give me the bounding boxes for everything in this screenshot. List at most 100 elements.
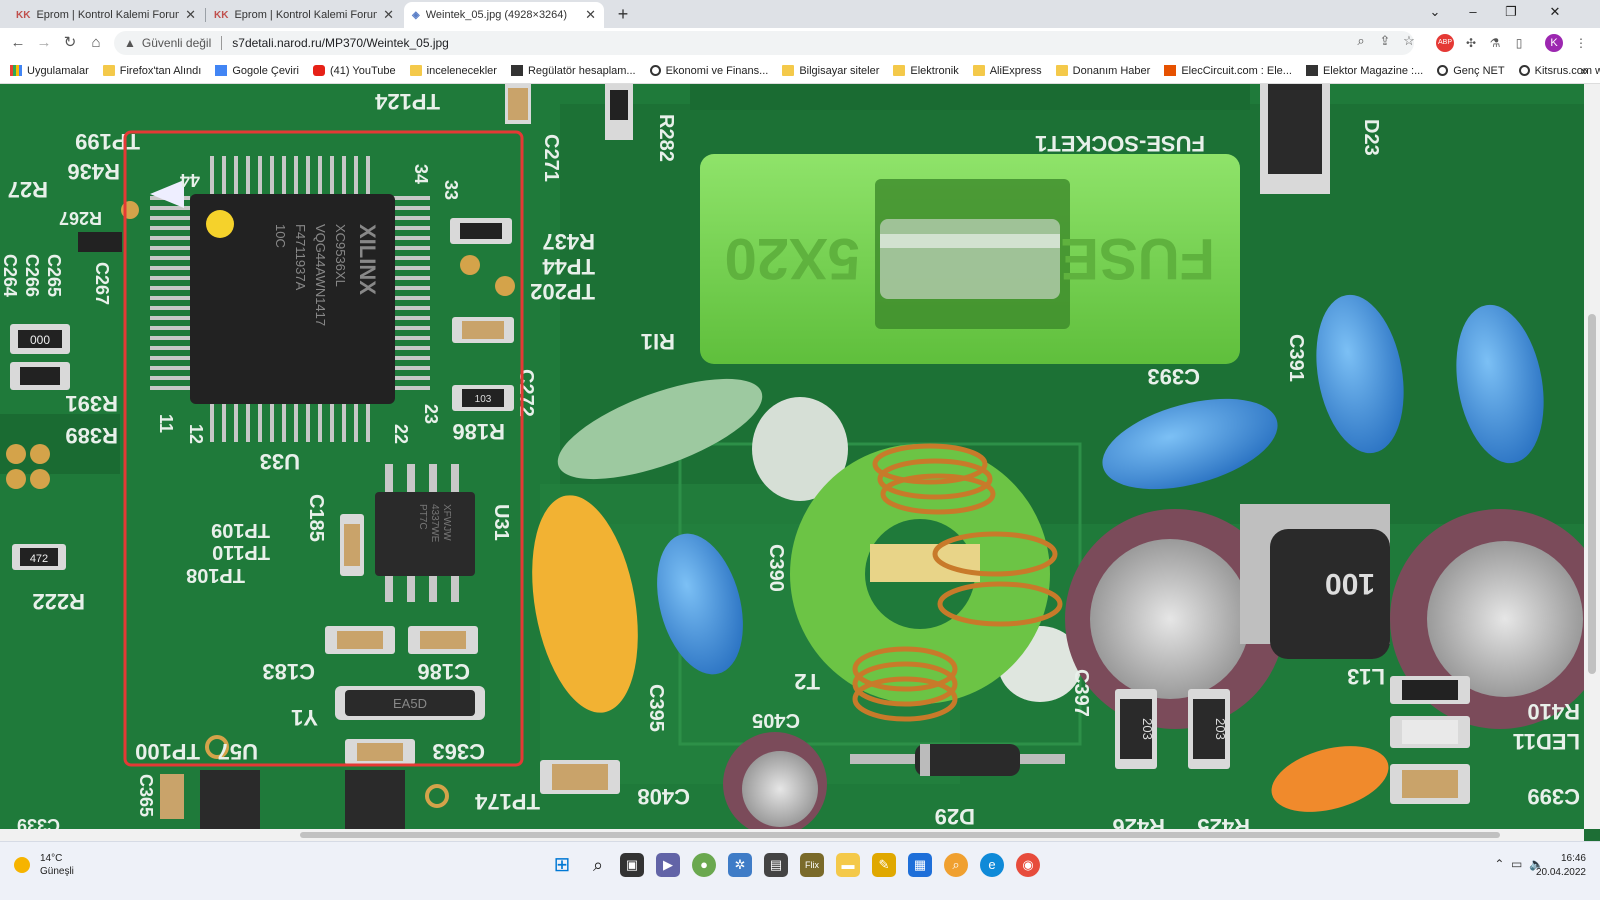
home-icon[interactable]: ⌂ bbox=[86, 33, 106, 53]
bookmark-donanim[interactable]: Donanım Haber bbox=[1055, 65, 1150, 77]
globe-icon bbox=[1518, 65, 1530, 76]
svg-text:R389: R389 bbox=[65, 423, 118, 448]
app-butterfly-icon[interactable]: ✲ bbox=[728, 853, 752, 877]
adblock-icon[interactable]: ABP bbox=[1436, 34, 1454, 52]
magnifier-app-icon[interactable]: ⌕ bbox=[944, 853, 968, 877]
address-bar[interactable]: ▲ Güvenli değil s7detali.narod.ru/MP370/… bbox=[114, 31, 1414, 55]
bookmark-star-icon[interactable]: ☆ bbox=[1400, 33, 1418, 51]
svg-text:FUSE: FUSE bbox=[1060, 226, 1215, 291]
svg-text:TP44: TP44 bbox=[542, 254, 595, 279]
chat-icon[interactable]: ▶ bbox=[656, 853, 680, 877]
app-monitor-icon[interactable]: ▤ bbox=[764, 853, 788, 877]
edge-icon[interactable]: e bbox=[980, 853, 1004, 877]
vertical-scrollbar[interactable] bbox=[1584, 84, 1600, 829]
folder-icon bbox=[1055, 65, 1068, 76]
svg-text:C405: C405 bbox=[752, 709, 800, 731]
reload-icon[interactable]: ↻ bbox=[60, 33, 80, 53]
share-icon[interactable]: ⇪ bbox=[1376, 33, 1394, 51]
side-panel-icon[interactable]: ▯ bbox=[1510, 34, 1528, 52]
tab-search-chevron-icon[interactable]: ⌄ bbox=[1420, 4, 1450, 24]
warning-icon[interactable]: ▲ bbox=[124, 36, 136, 50]
horizontal-scrollbar[interactable] bbox=[0, 829, 1584, 841]
svg-text:TP174: TP174 bbox=[474, 789, 540, 814]
app-green-icon[interactable]: ● bbox=[692, 853, 716, 877]
svg-text:C390: C390 bbox=[765, 544, 787, 592]
lab-flask-icon[interactable]: ⚗ bbox=[1486, 34, 1504, 52]
browser-toolbar: ← → ↻ ⌂ ▲ Güvenli değil s7detali.narod.r… bbox=[0, 28, 1600, 58]
profile-avatar[interactable]: K bbox=[1545, 34, 1563, 52]
svg-text:203: 203 bbox=[1213, 718, 1228, 740]
close-icon[interactable]: ✕ bbox=[383, 7, 394, 23]
file-explorer-icon[interactable]: ▬ bbox=[836, 853, 860, 877]
svg-text:TP202: TP202 bbox=[530, 279, 595, 304]
pcb-photo: 000 472 XILINX XC9536XL VQG44AWN1417 F47… bbox=[0, 84, 1584, 829]
svg-text:34: 34 bbox=[411, 164, 431, 184]
globe-icon bbox=[1437, 65, 1449, 76]
search-icon[interactable]: ⌕ bbox=[586, 853, 610, 877]
chevron-right-icon[interactable]: » bbox=[1581, 63, 1588, 78]
svg-text:R426: R426 bbox=[1112, 814, 1165, 829]
bookmark-regulator[interactable]: Regülatör hesaplam... bbox=[510, 65, 636, 77]
tab-eprom-2[interactable]: KK Eprom | Kontrol Kalemi Forumları ✕ bbox=[206, 2, 402, 28]
tab-weintek-image[interactable]: ◈ Weintek_05.jpg (4928×3264) ✕ bbox=[404, 2, 604, 28]
svg-text:C185: C185 bbox=[305, 494, 327, 542]
minimize-button[interactable]: – bbox=[1458, 4, 1488, 24]
bookmark-elektronik[interactable]: Elektronik bbox=[893, 65, 959, 77]
close-icon[interactable]: ✕ bbox=[585, 7, 596, 23]
weather-condition: Güneşli bbox=[40, 866, 74, 877]
bookmark-firefox[interactable]: Firefox'tan Alındı bbox=[102, 65, 201, 77]
back-arrow-icon[interactable]: ← bbox=[8, 33, 28, 53]
svg-text:33: 33 bbox=[441, 180, 461, 200]
svg-text:D23: D23 bbox=[1360, 119, 1382, 156]
tab-title: Eprom | Kontrol Kalemi Forumları bbox=[234, 9, 377, 21]
svg-text:C399: C399 bbox=[1527, 784, 1580, 809]
bookmark-gencnet[interactable]: Genç NET bbox=[1437, 65, 1505, 77]
bookmark-translate[interactable]: Gogole Çeviri bbox=[215, 65, 299, 77]
svg-text:23: 23 bbox=[421, 404, 441, 424]
extension-puzzle-icon[interactable]: ✣ bbox=[1462, 34, 1480, 52]
svg-text:XC9536XL: XC9536XL bbox=[333, 224, 348, 287]
tab-title: Weintek_05.jpg (4928×3264) bbox=[425, 9, 568, 21]
tab-eprom-1[interactable]: KK Eprom | Kontrol Kalemi Forumları ✕ bbox=[8, 2, 204, 28]
bookmark-bilgisayar[interactable]: Bilgisayar siteler bbox=[782, 65, 879, 77]
bookmark-ekonomi[interactable]: Ekonomi ve Finans... bbox=[649, 65, 768, 77]
bookmarks-bar: Uygulamalar Firefox'tan Alındı Gogole Çe… bbox=[0, 58, 1600, 84]
svg-text:C393: C393 bbox=[1147, 364, 1200, 389]
bookmark-incelenecekler[interactable]: incelenecekler bbox=[409, 65, 497, 77]
svg-text:RI1: RI1 bbox=[641, 329, 675, 354]
svg-text:C265: C265 bbox=[44, 254, 64, 297]
forward-arrow-icon[interactable]: → bbox=[34, 33, 54, 53]
bookmark-elektor[interactable]: Elektor Magazine :... bbox=[1305, 65, 1423, 77]
menu-kebab-icon[interactable]: ⋮ bbox=[1572, 34, 1590, 52]
image-viewport[interactable]: 000 472 XILINX XC9536XL VQG44AWN1417 F47… bbox=[0, 84, 1584, 829]
bookmark-youtube[interactable]: (41) YouTube bbox=[312, 65, 396, 77]
bookmark-eleccircuit[interactable]: ElecCircuit.com : Ele... bbox=[1164, 65, 1292, 77]
windows-start-icon[interactable]: ⊞ bbox=[550, 853, 574, 877]
close-window-button[interactable]: ✕ bbox=[1540, 4, 1570, 24]
url-text[interactable]: s7detali.narod.ru/MP370/Weintek_05.jpg bbox=[232, 36, 449, 50]
tab-strip: KK Eprom | Kontrol Kalemi Forumları ✕ KK… bbox=[0, 0, 1600, 28]
store-icon[interactable]: ▦ bbox=[908, 853, 932, 877]
clock[interactable]: 16:46 20.04.2022 bbox=[1536, 852, 1586, 880]
chrome-icon[interactable]: ◉ bbox=[1016, 853, 1040, 877]
new-tab-button[interactable]: + bbox=[612, 4, 634, 26]
xilinx-cpld-chip: XILINX XC9536XL VQG44AWN1417 F4711937A 1… bbox=[150, 156, 430, 442]
close-icon[interactable]: ✕ bbox=[185, 7, 196, 23]
restore-button[interactable]: ❐ bbox=[1496, 4, 1526, 24]
flix-prog-icon[interactable]: Flix bbox=[800, 853, 824, 877]
weather-widget[interactable]: 14°C Güneşli bbox=[14, 852, 74, 878]
bookmark-apps[interactable]: Uygulamalar bbox=[10, 65, 89, 77]
bookmark-aliexpress[interactable]: AliExpress bbox=[972, 65, 1042, 77]
windows-taskbar: 14°C Güneşli ⊞ ⌕ ▣ ▶ ● ✲ ▤ Flix ▬ ✎ ▦ ⌕ … bbox=[0, 841, 1600, 900]
svg-text:TP100: TP100 bbox=[135, 739, 200, 764]
app-tools-icon[interactable]: ✎ bbox=[872, 853, 896, 877]
svg-text:F4711937A: F4711937A bbox=[293, 224, 308, 291]
svg-text:R425: R425 bbox=[1197, 814, 1250, 829]
security-label[interactable]: Güvenli değil bbox=[142, 36, 211, 50]
tab-title: Eprom | Kontrol Kalemi Forumları bbox=[36, 9, 179, 21]
youtube-icon bbox=[312, 65, 325, 76]
zoom-icon[interactable]: ⌕ bbox=[1352, 33, 1370, 51]
task-view-icon[interactable]: ▣ bbox=[620, 853, 644, 877]
svg-text:C397: C397 bbox=[1070, 669, 1092, 717]
translate-icon bbox=[215, 65, 228, 76]
